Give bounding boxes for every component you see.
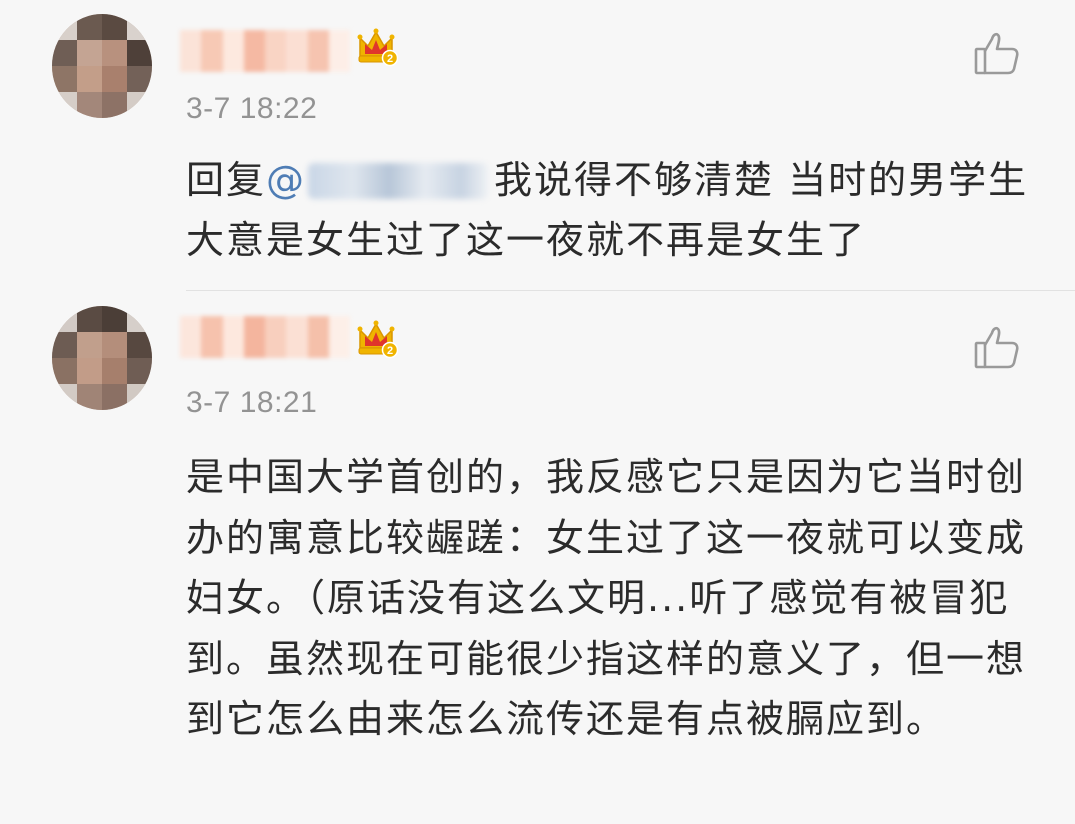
crown-level-badge-icon: 2 [357,320,398,359]
username-blurred[interactable] [180,30,350,72]
like-button[interactable] [972,28,1022,78]
avatar[interactable] [52,306,152,410]
badge-level-number: 2 [387,53,393,65]
badge-level-number: 2 [387,345,393,357]
comment-text: 回复@ 我说得不够清楚 当时的男学生大意是女生过了这一夜就不再是女生了 [186,150,1036,270]
avatar[interactable] [52,14,152,118]
comment-body: 是中国大学首创的，我反感它只是因为它当时创办的寓意比较龌蹉：女生过了这一夜就可以… [186,455,1027,741]
comment-timestamp: 3-7 18:21 [186,386,318,419]
username-blurred[interactable] [180,316,350,358]
thumbs-up-icon [974,326,1019,369]
comment-item: 2 3-7 18:22 回复@ 我说得不够清楚 当时的男学生大意是女生过了这一夜就… [0,0,1075,292]
thumbs-up-icon [974,32,1019,75]
like-button[interactable] [972,322,1022,372]
comment-timestamp: 3-7 18:22 [186,92,318,125]
comment-text: 是中国大学首创的，我反感它只是因为它当时创办的寓意比较龌蹉：女生过了这一夜就可以… [186,447,1036,750]
crown-level-badge-icon: 2 [357,28,398,67]
mention-username-blurred[interactable] [308,163,489,199]
mention-link[interactable]: @ [266,158,306,202]
comment-item: 2 3-7 18:21 是中国大学首创的，我反感它只是因为它当时创办的寓意比较龌… [0,292,1075,824]
reply-prefix: 回复 [186,158,267,202]
comment-divider [186,290,1075,291]
